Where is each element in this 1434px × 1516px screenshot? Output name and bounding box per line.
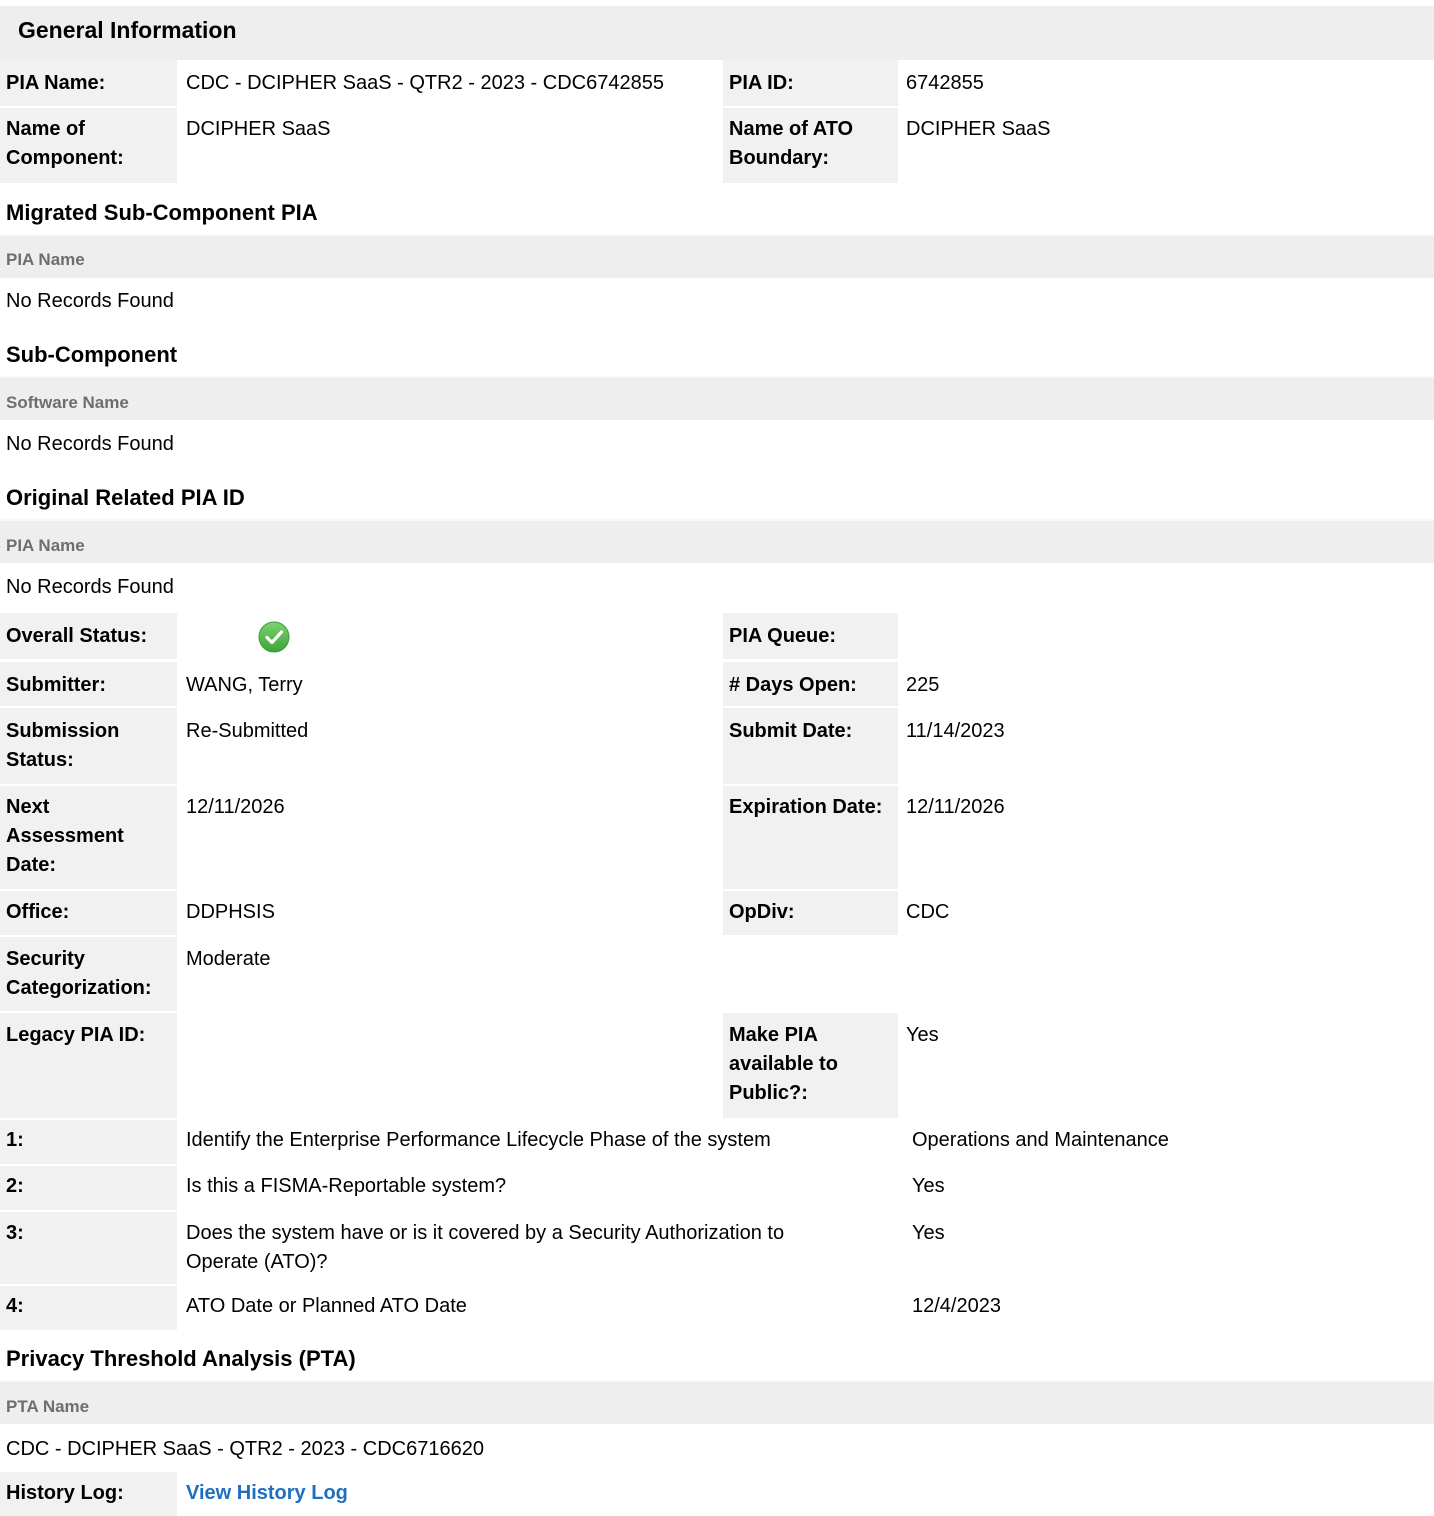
next-assessment-value: 12/11/2026 — [186, 796, 285, 818]
original-column-pia-name: PIA Name — [6, 536, 85, 555]
office-label: Office: — [6, 901, 70, 923]
pia-name-label: PIA Name: — [6, 72, 106, 94]
opdiv-value: CDC — [906, 901, 950, 923]
check-circle-icon — [258, 621, 290, 653]
component-label: Name of Component: — [6, 118, 124, 169]
days-open-label: # Days Open: — [729, 674, 857, 696]
original-empty-message: No Records Found — [6, 576, 174, 598]
question-1-num-cell — [0, 1120, 177, 1164]
make-public-value: Yes — [906, 1024, 939, 1046]
ato-boundary-label: Name of ATO Boundary: — [729, 118, 854, 169]
pia-id-label: PIA ID: — [729, 72, 794, 94]
question-2-num-cell — [0, 1166, 177, 1210]
security-categorization-label: Security Categorization: — [6, 948, 152, 999]
submitter-value: WANG, Terry — [186, 674, 303, 696]
question-2-answer: Yes — [912, 1175, 945, 1197]
question-1-answer: Operations and Maintenance — [912, 1129, 1169, 1151]
question-2-number: 2: — [6, 1175, 24, 1197]
queue-label: PIA Queue: — [729, 625, 837, 647]
component-value: DCIPHER SaaS — [186, 118, 331, 140]
subcomponent-section-title: Sub-Component — [6, 342, 178, 367]
submit-date-label: Submit Date: — [729, 720, 853, 742]
original-table-header — [0, 519, 1434, 563]
submitter-label: Submitter: — [6, 674, 106, 696]
migrated-table-header — [0, 234, 1434, 278]
original-section-title: Original Related PIA ID — [6, 485, 245, 510]
migrated-section-title: Migrated Sub-Component PIA — [6, 200, 318, 225]
question-4-text: ATO Date or Planned ATO Date — [186, 1295, 467, 1317]
pia-name-value: CDC - DCIPHER SaaS - QTR2 - 2023 - CDC67… — [186, 72, 664, 94]
question-2-text: Is this a FISMA-Reportable system? — [186, 1175, 507, 1197]
migrated-column-pia-name: PIA Name — [6, 250, 85, 269]
submission-status-label: Submission Status: — [6, 720, 120, 771]
migrated-empty-message: No Records Found — [6, 290, 174, 312]
pta-name-value: CDC - DCIPHER SaaS - QTR2 - 2023 - CDC67… — [6, 1438, 484, 1460]
submit-date-value: 11/14/2023 — [906, 720, 1005, 742]
general-information-title: General Information — [18, 17, 237, 43]
question-3-answer: Yes — [912, 1222, 945, 1244]
make-public-label: Make PIA available to Public?: — [729, 1024, 838, 1104]
history-log-label: History Log: — [6, 1482, 124, 1504]
pia-id-value: 6742855 — [906, 72, 984, 94]
submission-status-value: Re-Submitted — [186, 720, 309, 742]
question-3-number: 3: — [6, 1222, 24, 1244]
question-4-number: 4: — [6, 1295, 24, 1317]
subcomponent-column-software-name: Software Name — [6, 393, 129, 412]
question-1-text: Identify the Enterprise Performance Life… — [186, 1129, 771, 1151]
days-open-value: 225 — [906, 674, 940, 696]
pta-column-name: PTA Name — [6, 1397, 90, 1416]
question-4-num-cell — [0, 1286, 177, 1330]
office-value: DDPHSIS — [186, 901, 275, 923]
view-history-log-link[interactable]: View History Log — [186, 1479, 348, 1508]
expiration-value: 12/11/2026 — [906, 796, 1005, 818]
legacy-pia-id-label: Legacy PIA ID: — [6, 1024, 146, 1046]
next-assessment-label: Next Assessment Date: — [6, 796, 124, 876]
question-4-answer: 12/4/2023 — [912, 1295, 1001, 1317]
security-categorization-value: Moderate — [186, 948, 271, 970]
expiration-label: Expiration Date: — [729, 796, 883, 818]
opdiv-label: OpDiv: — [729, 901, 795, 923]
general-information-header: General Information — [0, 6, 1434, 60]
question-3-num-cell — [0, 1212, 177, 1284]
question-3-text: Does the system have or is it covered by… — [186, 1222, 785, 1273]
subcomponent-table-header — [0, 376, 1434, 420]
question-1-number: 1: — [6, 1129, 24, 1151]
pta-section-title: Privacy Threshold Analysis (PTA) — [6, 1346, 356, 1371]
ato-boundary-value: DCIPHER SaaS — [906, 118, 1051, 140]
overall-status-label: Overall Status: — [6, 625, 148, 647]
pta-table-header — [0, 1380, 1434, 1424]
subcomponent-empty-message: No Records Found — [6, 433, 174, 455]
